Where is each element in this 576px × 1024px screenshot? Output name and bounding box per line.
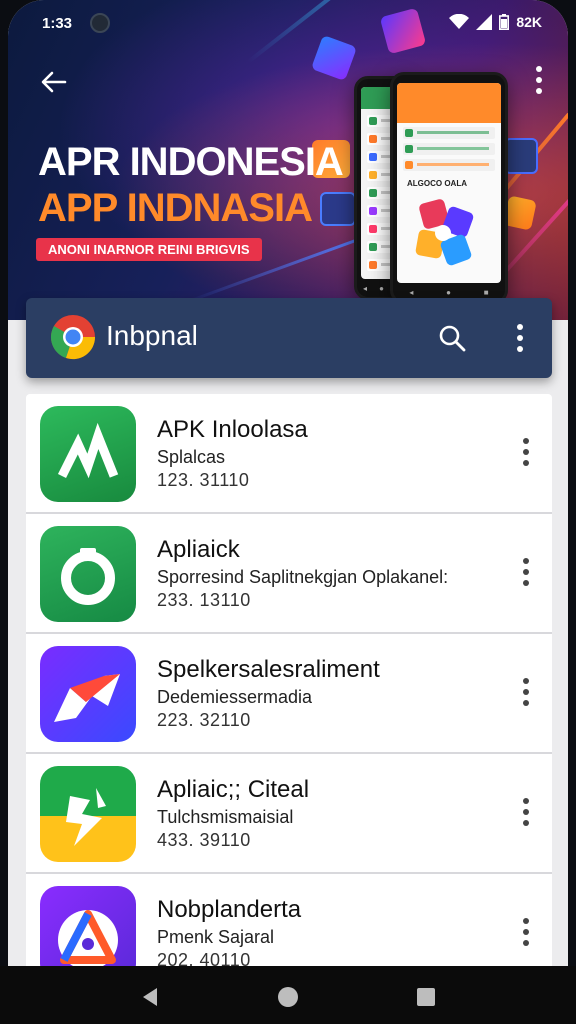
status-time: 1:33 [42, 15, 73, 32]
app-subtitle: Dedemiessermadia [157, 687, 313, 707]
back-nav-icon [143, 988, 157, 1006]
screen: ◂●■ ALGOCO OALA [8, 0, 568, 1024]
list-item[interactable]: Spelkersalesraliment Dedemiessermadia 22… [26, 634, 552, 754]
list-item[interactable]: Apliaick Sporresind Saplitnekgjan Oplaka… [26, 514, 552, 634]
hero-tagline: ANONI INARNOR REINI BRIGVIS [36, 238, 262, 261]
green-ring-icon [40, 526, 136, 622]
phone-label: ALGOCO OALA [407, 179, 467, 188]
app-bar-title: Inbpnal [106, 320, 198, 351]
list-item[interactable]: APK Inloolasa Splalcas 123. 31110 [26, 394, 552, 514]
green-yellow-bolt-icon [40, 766, 136, 862]
device-frame: ◂●■ ALGOCO OALA [0, 0, 576, 1024]
chrome-logo-icon [50, 315, 96, 360]
hero-banner: ◂●■ ALGOCO OALA [8, 0, 568, 320]
app-name: Apliaic;; Citeal [157, 776, 310, 803]
phone-screen: ALGOCO OALA [397, 83, 501, 283]
list-item[interactable]: Apliaic;; Citeal Tulchsmismaisial 433. 3… [26, 754, 552, 874]
app-name: Nobplanderta [157, 896, 302, 923]
green-chart-icon [40, 406, 136, 502]
app-bar: Inbpnal [26, 298, 552, 378]
battery-icon [499, 14, 510, 30]
nav-back-button[interactable] [128, 980, 172, 1014]
hero-title-line2: APP INDNASIA [38, 186, 313, 230]
front-camera-icon [90, 13, 110, 33]
app-name: APK Inloolasa [157, 416, 308, 443]
back-button[interactable] [34, 62, 74, 102]
phone-nav: ◂●■ [409, 287, 489, 297]
home-nav-icon [278, 987, 298, 1007]
hero-more-button[interactable] [524, 62, 554, 98]
search-button[interactable] [432, 318, 472, 358]
app-subtitle: Tulchsmismaisial [157, 807, 294, 827]
app-version: 433. 39110 [157, 830, 251, 850]
floating-cube-icon [503, 195, 537, 231]
status-icons: 82K [449, 14, 542, 30]
app-version: 233. 13110 [157, 590, 251, 610]
system-nav-bar [0, 966, 576, 1024]
app-name: Apliaick [157, 536, 240, 563]
more-vert-icon [523, 678, 529, 706]
nav-recents-button[interactable] [404, 980, 448, 1014]
more-vert-icon [523, 558, 529, 586]
signal-icon [476, 14, 493, 30]
app-subtitle: Pmenk Sajaral [157, 927, 275, 947]
app-subtitle: Splalcas [157, 447, 226, 467]
more-vert-icon [523, 918, 529, 946]
purple-arrow-icon [40, 646, 136, 742]
app-list: APK Inloolasa Splalcas 123. 31110 Apliai… [26, 394, 552, 992]
phone-header [397, 83, 501, 123]
status-bar: 1:33 82K [8, 0, 568, 46]
item-more-button[interactable] [514, 672, 538, 712]
app-version: 223. 32110 [157, 710, 251, 730]
app-bar-more-button[interactable] [508, 318, 532, 358]
more-vert-icon [517, 324, 523, 352]
app-version: 123. 31110 [157, 470, 250, 490]
recents-nav-icon [417, 988, 435, 1006]
item-more-button[interactable] [514, 432, 538, 472]
floating-cube-icon [320, 192, 356, 226]
phone-mockup-front: ALGOCO OALA ◂ ● ■ [390, 72, 508, 304]
mini-row [403, 159, 495, 171]
item-more-button[interactable] [514, 552, 538, 592]
item-more-button[interactable] [514, 912, 538, 952]
hero-title-line1: APR INDONESIA [38, 140, 344, 184]
app-subtitle: Sporresind Saplitnekgjan Oplakanel: [157, 567, 449, 587]
battery-percent: 82K [516, 14, 542, 30]
app-name: Spelkersalesraliment [157, 656, 380, 683]
mini-row [403, 127, 495, 139]
wifi-icon [449, 14, 470, 29]
search-icon [439, 325, 466, 352]
more-vert-icon [523, 798, 529, 826]
floating-cube-icon [504, 138, 538, 174]
more-vert-icon [523, 438, 529, 466]
more-vert-icon [536, 66, 542, 94]
nav-home-button[interactable] [266, 980, 310, 1014]
mini-row [403, 143, 495, 155]
arrow-back-icon [41, 71, 67, 93]
item-more-button[interactable] [514, 792, 538, 832]
phone-app-icon [415, 199, 474, 266]
